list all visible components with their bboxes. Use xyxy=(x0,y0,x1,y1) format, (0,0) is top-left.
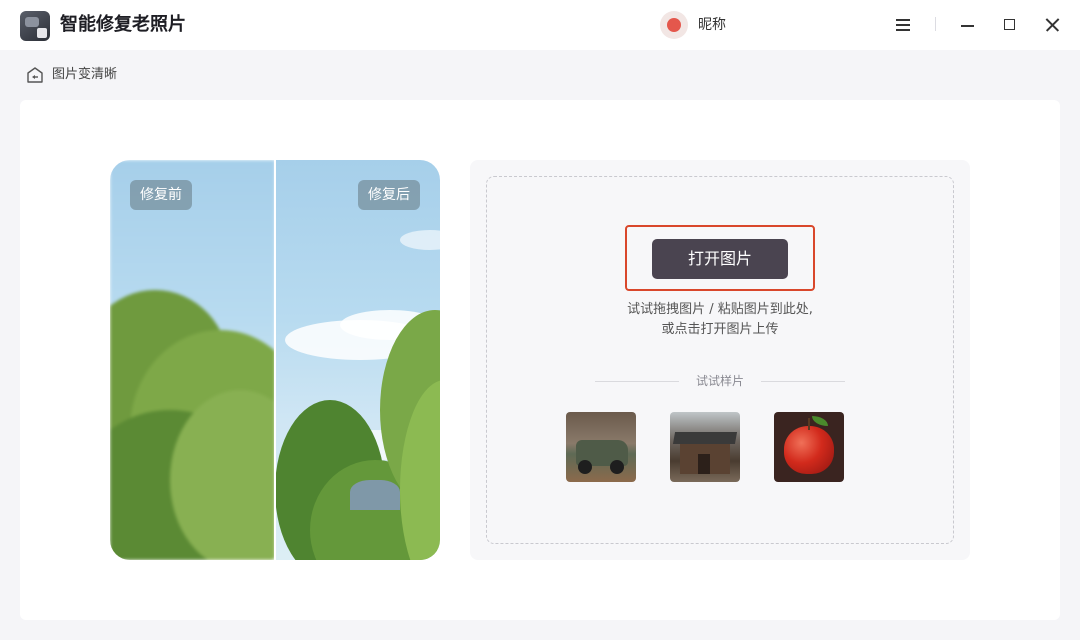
before-after-preview: 修复前 修复后 xyxy=(110,160,440,560)
breadcrumb-label[interactable]: 图片变清晰 xyxy=(52,65,117,85)
breadcrumb[interactable]: 图片变清晰 xyxy=(26,64,117,86)
sample-apple-thumbnail[interactable] xyxy=(774,412,844,482)
user-avatar[interactable] xyxy=(660,11,688,39)
sample-truck-thumbnail[interactable] xyxy=(566,412,636,482)
menu-button[interactable] xyxy=(891,13,915,37)
app-logo-icon xyxy=(20,11,50,41)
maximize-button[interactable] xyxy=(998,13,1022,37)
after-image xyxy=(275,160,440,560)
main-card: 修复前 修复后 打开图片 试试拖拽图片 / 粘贴图片到此处, 或点击打开图片上传… xyxy=(20,100,1060,620)
user-nickname[interactable]: 昵称 xyxy=(698,15,726,35)
drop-hint-line2: 或点击打开图片上传 xyxy=(661,322,779,337)
samples-header: 试试样片 xyxy=(595,371,845,391)
before-image xyxy=(110,160,275,560)
menu-icon xyxy=(896,19,910,21)
app-title: 智能修复老照片 xyxy=(60,14,186,35)
open-image-button[interactable]: 打开图片 xyxy=(652,239,788,279)
drop-hint-line1: 试试拖拽图片 / 粘贴图片到此处, xyxy=(627,302,813,317)
maximize-icon xyxy=(1004,19,1015,30)
sample-house-thumbnail[interactable] xyxy=(670,412,740,482)
title-bar: 智能修复老照片 昵称 xyxy=(0,0,1080,50)
minimize-button[interactable] xyxy=(956,13,980,37)
drop-zone[interactable]: 打开图片 试试拖拽图片 / 粘贴图片到此处, 或点击打开图片上传 试试样片 xyxy=(486,176,954,544)
after-label: 修复后 xyxy=(358,180,420,210)
minimize-icon xyxy=(961,25,974,27)
titlebar-divider xyxy=(935,17,936,31)
before-label: 修复前 xyxy=(130,180,192,210)
close-button[interactable] xyxy=(1040,13,1064,37)
compare-divider[interactable] xyxy=(274,160,276,560)
home-icon[interactable] xyxy=(26,66,44,84)
upload-panel: 打开图片 试试拖拽图片 / 粘贴图片到此处, 或点击打开图片上传 试试样片 xyxy=(470,160,970,560)
